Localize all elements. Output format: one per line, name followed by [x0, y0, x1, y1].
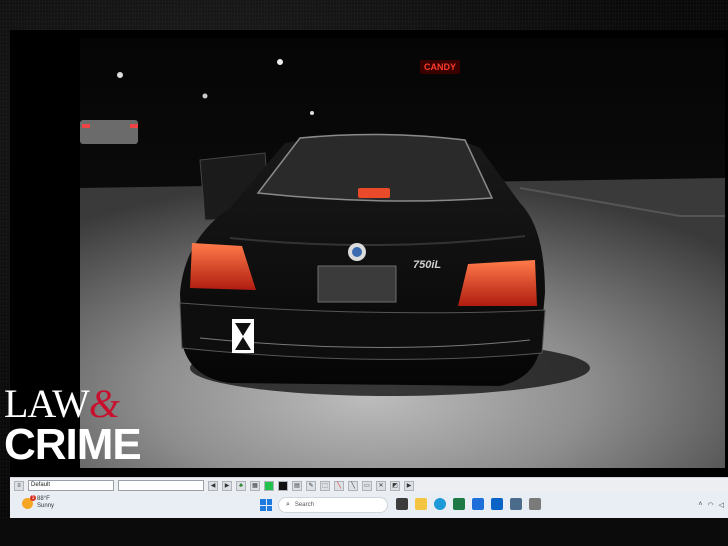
prev-icon[interactable]: ◀ — [208, 480, 218, 491]
play-icon[interactable]: ▶ — [404, 480, 414, 491]
weather-widget[interactable]: 1 88°F Sunny — [22, 494, 55, 510]
third-brake-light — [358, 188, 390, 198]
search-icon: ⌕ — [286, 501, 290, 508]
weather-condition: Sunny — [37, 503, 55, 509]
store-icon[interactable] — [472, 498, 484, 510]
background-car — [80, 120, 138, 144]
file-explorer-icon[interactable] — [415, 498, 427, 510]
neon-sign-text: CANDY — [424, 62, 456, 72]
system-tray: ˄ ◠ ◁ — [698, 501, 724, 509]
street-light — [310, 111, 314, 115]
image-icon[interactable]: ▦ — [250, 480, 260, 491]
green-fill-icon[interactable] — [264, 480, 274, 491]
tree-icon[interactable]: ♣ — [236, 480, 246, 491]
menu-icon[interactable]: ≡ — [14, 480, 24, 491]
video-frame: CANDY 750iL LAW& CRIME ≡ Default ◀ ▶ ♣ ▦… — [0, 0, 728, 546]
line-red-icon[interactable]: ╲ — [334, 480, 344, 491]
contrast-icon[interactable]: ◩ — [390, 480, 400, 491]
filter-select[interactable] — [118, 480, 204, 491]
evidence-photo: CANDY 750iL — [80, 38, 725, 468]
viewer-toolbar: ≡ Default ◀ ▶ ♣ ▦ ▤ ✎ ⬚ ╲ ╲ ▭ ✕ ◩ ▶ — [10, 477, 728, 493]
edge-icon[interactable] — [434, 498, 446, 510]
car-photo-illustration: CANDY 750iL — [80, 38, 725, 468]
law-crime-logo: LAW& CRIME — [4, 384, 142, 469]
next-icon[interactable]: ▶ — [222, 480, 232, 491]
background-car-taillight — [130, 124, 138, 128]
street-light — [202, 93, 208, 99]
wifi-icon[interactable]: ◠ — [708, 501, 714, 509]
profile-select[interactable]: Default — [28, 480, 114, 491]
sun-icon: 1 — [22, 494, 36, 509]
street-light — [277, 59, 283, 65]
search-placeholder: Search — [294, 502, 314, 508]
license-plate — [317, 265, 397, 303]
right-taillight — [458, 260, 537, 306]
rect-icon[interactable]: ▭ — [362, 480, 372, 491]
evidence-marker-icon — [232, 319, 254, 353]
outlook-icon[interactable] — [491, 498, 503, 510]
street-light — [117, 72, 123, 78]
chevron-up-icon[interactable]: ˄ — [698, 501, 702, 509]
pen-icon[interactable]: ✎ — [306, 480, 316, 491]
windows-start-icon[interactable] — [260, 499, 272, 511]
background-car-taillight — [82, 124, 90, 128]
excel-icon[interactable] — [453, 498, 465, 510]
model-badge: 750iL — [413, 259, 441, 271]
taskbar-search[interactable]: ⌕ Search — [278, 497, 388, 513]
notification-badge: 1 — [30, 494, 36, 501]
volume-icon[interactable]: ◁ — [719, 501, 724, 509]
select-icon[interactable]: ⬚ — [320, 480, 330, 491]
weather-temp: 88°F — [37, 496, 50, 502]
bottom-border — [0, 518, 728, 546]
split-view-icon[interactable]: ▤ — [292, 480, 302, 491]
logo-crime: CRIME — [4, 420, 142, 469]
close-icon[interactable]: ✕ — [376, 480, 386, 491]
network-app-icon[interactable] — [510, 498, 522, 510]
line-icon[interactable]: ╲ — [348, 480, 358, 491]
scanner-icon[interactable] — [529, 498, 541, 510]
taskbar: 1 88°F Sunny ⌕ Search ˄ ◠ ◁ — [10, 493, 728, 518]
task-view-icon[interactable] — [396, 498, 408, 510]
black-fill-icon[interactable] — [278, 480, 288, 491]
